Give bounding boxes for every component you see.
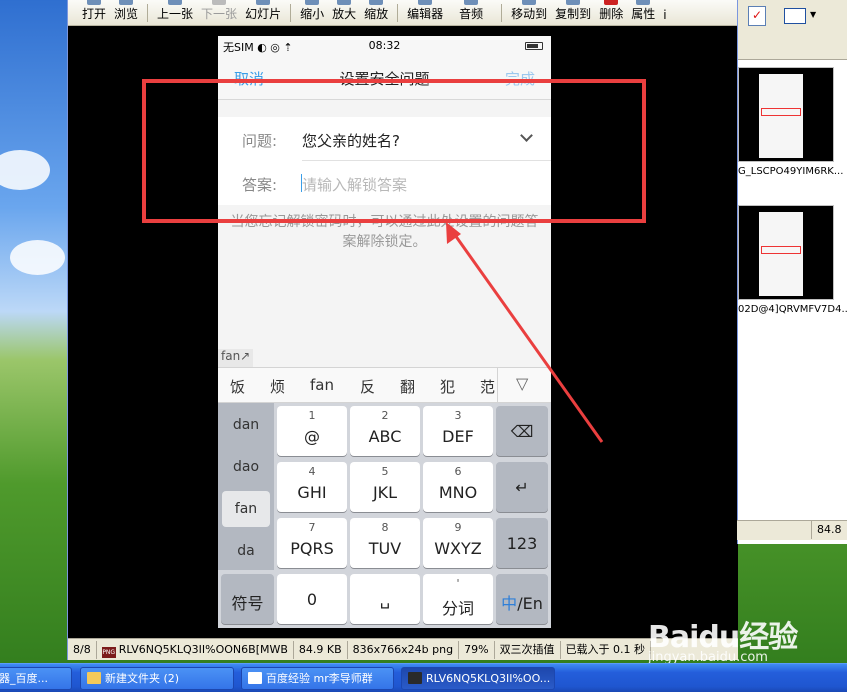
move-to-button[interactable]: 移动到: [507, 0, 551, 25]
thumbnail-image[interactable]: [738, 67, 834, 162]
file-explorer-panel: ▼ G_LSCPO49YIM6RK... 02D@4]QRVMFV7D4...: [737, 0, 847, 544]
key-8[interactable]: 8 TUV: [350, 518, 420, 568]
enter-key[interactable]: ↵: [496, 462, 548, 512]
key-2[interactable]: 2 ABC: [350, 406, 420, 456]
pinyin-list: dan dao fan da: [218, 403, 274, 570]
status-cell: [737, 521, 812, 539]
toolbar-separator: [501, 4, 503, 22]
editor-button[interactable]: 编辑器: [403, 0, 447, 25]
key-5[interactable]: 5 JKL: [350, 462, 420, 512]
pinyin-option[interactable]: da: [222, 533, 270, 569]
toolbar-separator: [290, 4, 292, 22]
ime-composition: fan↗: [218, 349, 254, 367]
folder-icon: [87, 672, 101, 684]
candidate-item[interactable]: fan: [310, 376, 334, 394]
view-menu-icon[interactable]: [784, 8, 806, 24]
battery-icon: [525, 42, 543, 50]
number-mode-key[interactable]: 123: [496, 518, 548, 568]
thumbnail-caption[interactable]: G_LSCPO49YIM6RK...: [738, 166, 847, 177]
candidate-item[interactable]: 烦: [270, 376, 285, 397]
key-3[interactable]: 3 DEF: [423, 406, 493, 456]
expand-candidates-button[interactable]: ▽: [497, 368, 551, 402]
taskbar-item[interactable]: 器_百度...: [0, 667, 72, 690]
viewer-toolbar: 打开 浏览 上一张 下一张 幻灯片 缩小 放大 缩放 编辑器 音频 移动到 复制…: [68, 0, 738, 26]
open-button[interactable]: 打开: [78, 0, 110, 25]
interpolation-mode: 双三次插值: [495, 640, 561, 659]
browse-button[interactable]: 浏览: [110, 0, 142, 25]
taskbar-item[interactable]: 新建文件夹 (2): [80, 667, 234, 690]
taskbar-item-active[interactable]: RLV6NQ5KLQ3II%OO...: [401, 667, 555, 690]
explorer-statusbar: 84.8: [737, 520, 847, 540]
checklist-icon[interactable]: [748, 6, 766, 26]
candidate-item[interactable]: 范: [480, 376, 495, 397]
key-0[interactable]: 0: [277, 574, 347, 624]
pinyin-option[interactable]: fan: [222, 491, 270, 527]
zoom-button[interactable]: 缩放: [360, 0, 392, 25]
status-size: 84.8: [817, 523, 842, 536]
backspace-key[interactable]: ⌫: [496, 406, 548, 456]
browser-icon: [248, 672, 262, 684]
pinyin-option[interactable]: dan: [222, 407, 270, 443]
candidate-bar: 饭 烦 fan 反 翻 犯 范 ▽: [218, 367, 551, 403]
zoom-level: 79%: [459, 640, 495, 659]
enter-icon: ↵: [515, 478, 529, 497]
cloud: [10, 240, 65, 275]
audio-button[interactable]: 音频: [455, 0, 487, 25]
candidate-item[interactable]: 犯: [440, 376, 455, 397]
explorer-toolbar: ▼: [738, 0, 847, 60]
key-6[interactable]: 6 MNO: [423, 462, 493, 512]
delete-button[interactable]: 删除: [595, 0, 627, 25]
file-name: PNG RLV6NQ5KLQ3II%OON6B[MWB: [97, 640, 294, 659]
image-viewer-icon: [408, 672, 422, 684]
properties-button[interactable]: 属性: [627, 0, 659, 25]
png-file-icon: PNG: [101, 646, 116, 658]
key-1[interactable]: 1 @: [277, 406, 347, 456]
dropdown-arrow-icon[interactable]: ▼: [810, 10, 816, 19]
taskbar: 器_百度... 新建文件夹 (2) 百度经验 mr李导师群 RLV6NQ5KLQ…: [0, 663, 847, 692]
file-size: 84.9 KB: [294, 640, 348, 659]
triangle-down-icon: ▽: [516, 374, 529, 393]
image-index: 8/8: [68, 640, 97, 659]
language-switch-key[interactable]: 中/En: [496, 574, 548, 624]
key-4[interactable]: 4 GHI: [277, 462, 347, 512]
thumbnail-highlight: [761, 246, 801, 254]
thumbnail-caption[interactable]: 02D@4]QRVMFV7D4...: [738, 304, 847, 315]
backspace-icon: ⌫: [510, 422, 534, 441]
clock: 08:32: [368, 39, 401, 52]
toolbar-separator: [147, 4, 149, 22]
segment-key[interactable]: ' 分词: [423, 574, 493, 624]
thumbnail-image[interactable]: [738, 205, 834, 300]
zoom-out-button[interactable]: 缩小: [296, 0, 328, 25]
thumbnail-content: [759, 74, 803, 158]
toolbar-separator: [397, 4, 399, 22]
info-button[interactable]: i: [659, 8, 670, 25]
zoom-in-button[interactable]: 放大: [328, 0, 360, 25]
ios-status-bar: 无SIM ◐ ◎ ⇡ 08:32: [218, 36, 551, 56]
symbol-key[interactable]: 符号: [221, 574, 274, 624]
previous-button[interactable]: 上一张: [153, 0, 197, 25]
next-button[interactable]: 下一张: [197, 0, 241, 25]
keyboard: dan dao fan da 1 @ 2 ABC 3 DEF ⌫ 4 GHI 5 JKL …: [218, 403, 551, 628]
thumbnail-highlight: [761, 108, 801, 116]
image-dimensions: 836x766x24b png: [348, 640, 460, 659]
candidate-item[interactable]: 翻: [400, 376, 415, 397]
slideshow-button[interactable]: 幻灯片: [241, 0, 285, 25]
cloud: [0, 150, 50, 190]
load-time: 已载入于 0.1 秒: [561, 640, 652, 659]
key-7[interactable]: 7 PQRS: [277, 518, 347, 568]
space-icon: ␣: [379, 590, 391, 609]
candidate-item[interactable]: 反: [360, 376, 375, 397]
thumbnail-content: [759, 212, 803, 296]
space-key[interactable]: ␣: [350, 574, 420, 624]
viewer-statusbar: 8/8 PNG RLV6NQ5KLQ3II%OON6B[MWB 84.9 KB 8…: [68, 638, 738, 660]
annotation-highlight-box: [142, 79, 646, 223]
key-9[interactable]: 9 WXYZ: [423, 518, 493, 568]
copy-to-button[interactable]: 复制到: [551, 0, 595, 25]
pinyin-option[interactable]: dao: [222, 449, 270, 485]
taskbar-item[interactable]: 百度经验 mr李导师群: [241, 667, 394, 690]
candidate-item[interactable]: 饭: [230, 376, 245, 397]
